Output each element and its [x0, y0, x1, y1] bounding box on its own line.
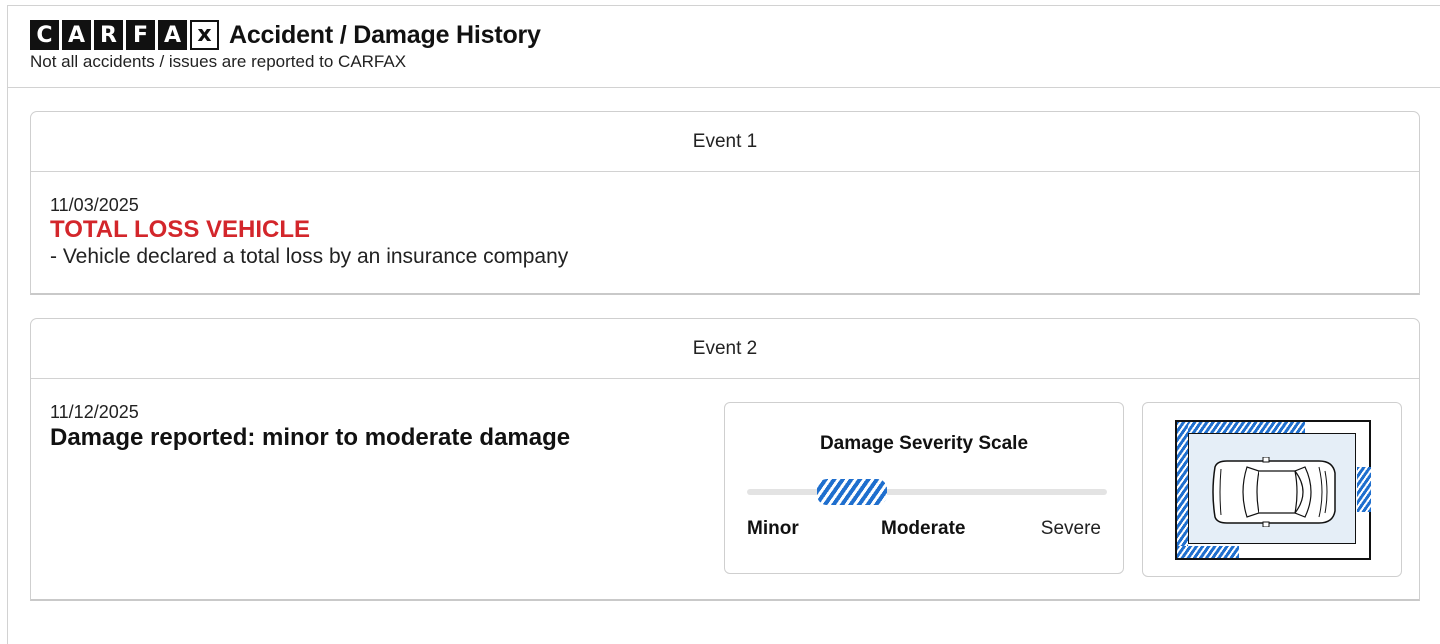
section-subtitle: Not all accidents / issues are reported … [30, 52, 407, 71]
event-card: Event 2 11/12/2025 Damage reported: mino… [30, 318, 1420, 601]
damage-area-front-left [1177, 422, 1305, 433]
carfax-logo: C A R F A x [30, 20, 219, 52]
event-detail: - Vehicle declared a total loss by an in… [50, 245, 569, 268]
severity-scale-title: Damage Severity Scale [819, 433, 1029, 454]
section-title: Accident / Damage History [229, 21, 541, 49]
damage-area-left-side [1177, 422, 1188, 558]
severity-track [747, 489, 1107, 495]
event-header: Event 1 [31, 112, 1419, 172]
car-top-view-icon [1212, 457, 1336, 527]
logo-letter: F [126, 20, 155, 50]
damage-diagram [1175, 420, 1371, 560]
event-label: Event 2 [692, 337, 758, 359]
logo-letter: A [158, 20, 187, 50]
event-date: 11/12/2025 [50, 402, 139, 422]
severity-label-minor: Minor [747, 518, 799, 539]
total-loss-headline: TOTAL LOSS VEHICLE [50, 216, 311, 243]
logo-letter: R [94, 20, 123, 50]
damage-area-rear-left [1177, 546, 1239, 558]
event-date: 11/03/2025 [50, 195, 139, 215]
event-label: Event 1 [692, 130, 758, 152]
event-header: Event 2 [31, 319, 1419, 379]
severity-label-severe: Severe [1040, 518, 1101, 539]
section-header: C A R F A x Accident / Damage History No… [7, 5, 1440, 88]
severity-indicator [817, 479, 887, 505]
logo-letter: x [190, 20, 219, 50]
severity-label-moderate: Moderate [881, 518, 966, 539]
logo-letter: C [30, 20, 59, 50]
severity-scale-card: Damage Severity Scale Minor Moderate Sev… [724, 402, 1124, 574]
event-card: Event 1 11/03/2025 TOTAL LOSS VEHICLE - … [30, 111, 1420, 295]
damage-diagram-card [1142, 402, 1402, 577]
damage-headline: Damage reported: minor to moderate damag… [50, 424, 571, 451]
damage-area-right-side [1357, 467, 1371, 512]
logo-letter: A [62, 20, 91, 50]
